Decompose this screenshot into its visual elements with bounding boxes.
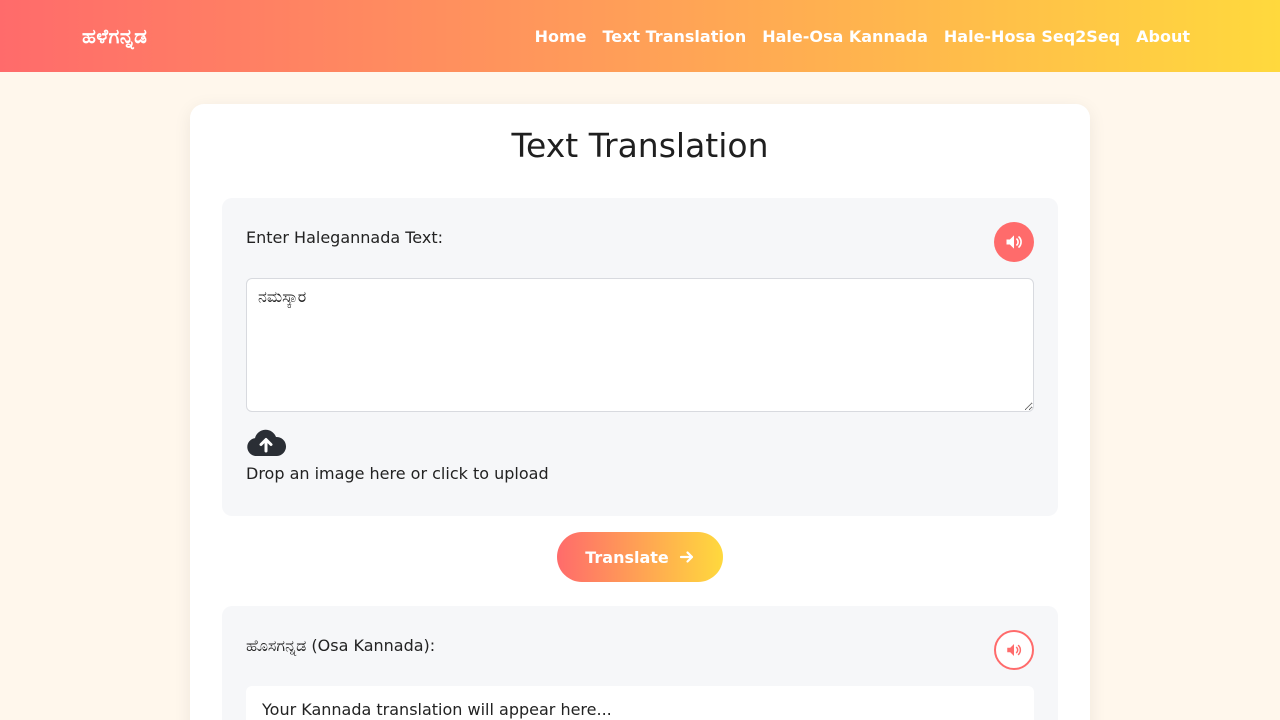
input-panel: Enter Halegannada Text: ನಮಸ್ಕಾರ Drop an … <box>222 198 1058 516</box>
cloud-upload-icon <box>247 429 287 456</box>
navbar: ಹಳೆಗನ್ನಡ Home Text Translation Hale-Osa … <box>0 0 1280 72</box>
upload-text: Drop an image here or click to upload <box>246 464 549 483</box>
nav-links: Home Text Translation Hale-Osa Kannada H… <box>535 27 1190 46</box>
output-label: ಹೊಸಗನ್ನಡ (Osa Kannada): <box>246 636 436 655</box>
volume-icon <box>1007 644 1022 656</box>
output-speak-button[interactable] <box>994 630 1034 670</box>
translate-button-label: Translate <box>585 547 669 567</box>
page-title: Text Translation <box>511 126 769 165</box>
nav-link-home[interactable]: Home <box>535 27 587 46</box>
volume-icon <box>1006 235 1022 249</box>
brand-logo[interactable]: ಹಳೆಗನ್ನಡ <box>82 24 147 48</box>
nav-link-hale-hosa-seq2seq[interactable]: Hale-Hosa Seq2Seq <box>944 27 1120 46</box>
arrow-right-icon <box>679 551 693 563</box>
translation-output: Your Kannada translation will appear her… <box>246 686 1034 720</box>
nav-link-hale-osa-kannada[interactable]: Hale-Osa Kannada <box>762 27 928 46</box>
nav-link-about[interactable]: About <box>1136 27 1190 46</box>
nav-link-text-translation[interactable]: Text Translation <box>602 27 746 46</box>
input-label: Enter Halegannada Text: <box>246 228 443 247</box>
halegannada-text-input[interactable]: ನಮಸ್ಕಾರ <box>246 278 1034 412</box>
image-upload-zone[interactable]: Drop an image here or click to upload <box>246 428 549 483</box>
output-panel: ಹೊಸಗನ್ನಡ (Osa Kannada): Your Kannada tra… <box>222 606 1058 720</box>
input-speak-button[interactable] <box>994 222 1034 262</box>
translate-button[interactable]: Translate <box>557 532 723 582</box>
